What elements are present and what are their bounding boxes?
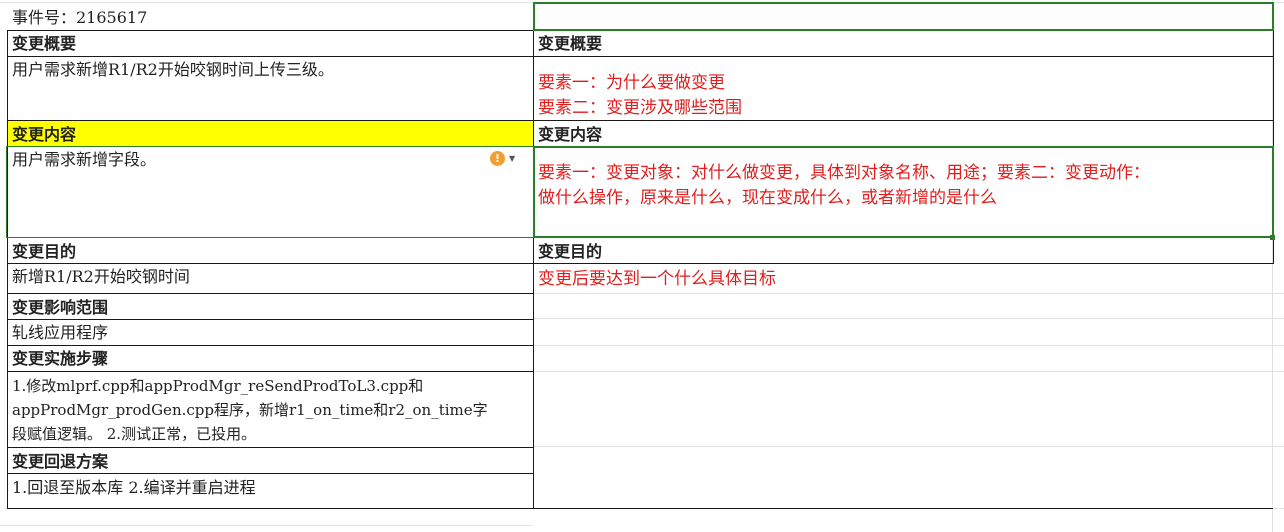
summary-content-right-line1[interactable]: 要素一：为什么要做变更 [533, 71, 1273, 95]
cell-selection-content-left [6, 146, 534, 238]
rollback-header-left[interactable]: 变更回退方案 [7, 450, 533, 474]
summary-header-left[interactable]: 变更概要 [7, 32, 533, 56]
error-check-button[interactable]: ! ▼ [490, 150, 526, 167]
cell-selection-content-right [533, 146, 1274, 238]
purpose-header-left[interactable]: 变更目的 [7, 240, 533, 264]
content-header-left[interactable]: 变更内容 [7, 123, 533, 147]
rollback-body-left[interactable]: 1.回退至版本库 2.编译并重启进程 [7, 476, 533, 500]
summary-content-left[interactable]: 用户需求新增R1/R2开始咬钢时间上传三级。 [7, 58, 533, 82]
purpose-body-right[interactable]: 变更后要达到一个什么具体目标 [533, 267, 1273, 291]
fill-handle[interactable] [1270, 235, 1275, 240]
summary-content-right-line2[interactable]: 要素二：变更涉及哪些范围 [533, 96, 1273, 120]
summary-header-right[interactable]: 变更概要 [533, 32, 1273, 56]
steps-body-line1[interactable]: 1.修改mlprf.cpp和appProdMgr_reSendProdToL3.… [7, 374, 533, 398]
steps-header-left[interactable]: 变更实施步骤 [7, 347, 533, 371]
cell-selection-event-right [533, 2, 1274, 31]
impact-body-left[interactable]: 轧线应用程序 [7, 321, 533, 345]
chevron-down-icon: ▼ [509, 154, 516, 163]
purpose-body-left[interactable]: 新增R1/R2开始咬钢时间 [7, 265, 533, 289]
impact-header-left[interactable]: 变更影响范围 [7, 296, 533, 320]
content-header-right[interactable]: 变更内容 [533, 123, 1273, 147]
exclamation-icon: ! [490, 151, 505, 166]
purpose-header-right[interactable]: 变更目的 [533, 240, 1273, 264]
steps-body-line3[interactable]: 段赋值逻辑。 2.测试正常，已投用。 [7, 422, 533, 446]
event-number-cell[interactable]: 事件号：2165617 [7, 6, 533, 30]
steps-body-line2[interactable]: appProdMgr_prodGen.cpp程序，新增r1_on_time和r2… [7, 398, 533, 422]
